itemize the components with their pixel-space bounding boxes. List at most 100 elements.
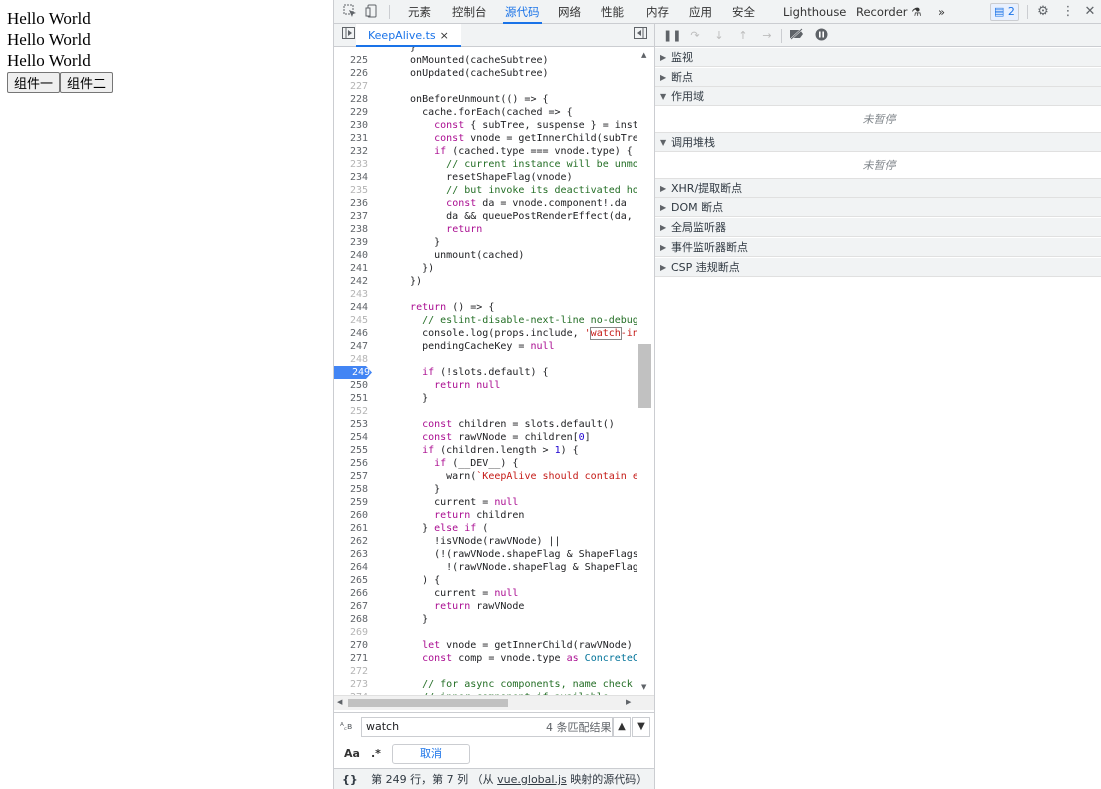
code-line[interactable]: 252 [334, 405, 654, 418]
line-number[interactable]: 241 [334, 262, 370, 275]
event-listener-breakpoints-section[interactable]: ▶ 事件监听器断点 [655, 238, 1101, 257]
line-number[interactable]: 243 [334, 288, 370, 301]
code-line[interactable]: 247 pendingCacheKey = null [334, 340, 654, 353]
watch-section[interactable]: ▶ 监视 [655, 48, 1101, 67]
close-tab-icon[interactable]: × [440, 29, 449, 42]
xhr-breakpoints-section[interactable]: ▶ XHR/提取断点 [655, 179, 1101, 198]
line-number[interactable]: 244 [334, 301, 370, 314]
code-line[interactable]: 234 resetShapeFlag(vnode) [334, 171, 654, 184]
line-number[interactable]: 263 [334, 548, 370, 561]
code-line[interactable]: 250 return null [334, 379, 654, 392]
code-line[interactable]: 254 const rawVNode = children[0] [334, 431, 654, 444]
line-number[interactable]: 255 [334, 444, 370, 457]
line-number[interactable]: 253 [334, 418, 370, 431]
line-number[interactable]: 252 [334, 405, 370, 418]
line-number[interactable]: 227 [334, 80, 370, 93]
tab-recorder[interactable]: Recorder ⚗ [854, 0, 924, 24]
code-line[interactable]: 264 !(rawVNode.shapeFlag & ShapeFlags. [334, 561, 654, 574]
line-number[interactable]: 267 [334, 600, 370, 613]
code-line[interactable]: 238 return [334, 223, 654, 236]
code-line[interactable]: 271 const comp = vnode.type as ConcreteC… [334, 652, 654, 665]
pretty-print-icon[interactable]: {} [342, 773, 358, 786]
code-line[interactable]: 230 const { subTree, suspense } = instan [334, 119, 654, 132]
step-into-icon[interactable]: ↓ [711, 28, 727, 44]
horizontal-scroll-thumb[interactable] [348, 699, 508, 707]
code-line[interactable]: 268 } [334, 613, 654, 626]
code-line[interactable]: 266 current = null [334, 587, 654, 600]
line-number[interactable]: 266 [334, 587, 370, 600]
line-number[interactable]: 264 [334, 561, 370, 574]
tab-lighthouse[interactable]: Lighthouse [781, 0, 848, 24]
code-line[interactable]: 263 (!(rawVNode.shapeFlag & ShapeFlags.S [334, 548, 654, 561]
step-over-icon[interactable]: ↷ [687, 28, 703, 44]
tab-sources[interactable]: 源代码 [503, 0, 542, 24]
line-number[interactable]: 250 [334, 379, 370, 392]
code-line[interactable]: 248 [334, 353, 654, 366]
issues-badge[interactable]: ▤ 2 [990, 3, 1019, 21]
breakpoint-line-number[interactable]: 249 [334, 366, 372, 379]
line-number[interactable]: 270 [334, 639, 370, 652]
dom-breakpoints-section[interactable]: ▶ DOM 断点 [655, 198, 1101, 217]
tab-memory[interactable]: 内存 [644, 0, 671, 24]
step-out-icon[interactable]: ↑ [735, 28, 751, 44]
component-two-button[interactable]: 组件二 [60, 72, 114, 93]
toggle-debugger-icon[interactable] [632, 27, 648, 43]
code-line[interactable]: 239 } [334, 236, 654, 249]
line-number[interactable]: 261 [334, 522, 370, 535]
tab-security[interactable]: 安全 [730, 0, 757, 24]
code-line[interactable]: 229 cache.forEach(cached => { [334, 106, 654, 119]
tab-application[interactable]: 应用 [687, 0, 714, 24]
line-number[interactable]: 232 [334, 145, 370, 158]
line-number[interactable]: 259 [334, 496, 370, 509]
scroll-left-icon[interactable]: ◀ [337, 698, 342, 706]
code-line[interactable]: 260 return children [334, 509, 654, 522]
code-line[interactable]: 273 // for async components, name check … [334, 678, 654, 691]
line-number[interactable]: 247 [334, 340, 370, 353]
tab-console[interactable]: 控制台 [450, 0, 489, 24]
code-line[interactable]: 249 if (!slots.default) { [334, 366, 654, 379]
replace-toggle-icon[interactable]: ᴬ꜀ʙ [340, 719, 352, 732]
line-number[interactable]: 226 [334, 67, 370, 80]
code-line[interactable]: } [334, 47, 654, 54]
call-stack-section[interactable]: ▼ 调用堆栈 [655, 133, 1101, 152]
code-line[interactable]: 227 [334, 80, 654, 93]
line-number[interactable]: 239 [334, 236, 370, 249]
code-line[interactable]: 236 const da = vnode.component!.da [334, 197, 654, 210]
code-line[interactable]: 226 onUpdated(cacheSubtree) [334, 67, 654, 80]
more-tabs-icon[interactable]: » [936, 0, 947, 24]
component-one-button[interactable]: 组件一 [7, 72, 61, 93]
line-number[interactable]: 229 [334, 106, 370, 119]
tab-elements[interactable]: 元素 [406, 0, 433, 24]
code-line[interactable]: 233 // current instance will be unmoun [334, 158, 654, 171]
code-line[interactable]: 237 da && queuePostRenderEffect(da, su [334, 210, 654, 223]
close-devtools-icon[interactable]: ✕ [1082, 4, 1098, 20]
deactivate-breakpoints-icon[interactable] [789, 28, 805, 44]
line-number[interactable]: 237 [334, 210, 370, 223]
cancel-search-button[interactable]: 取消 [392, 744, 470, 764]
line-number[interactable]: 262 [334, 535, 370, 548]
code-line[interactable]: 241 }) [334, 262, 654, 275]
scroll-up-icon[interactable]: ▲ [641, 51, 646, 59]
tab-performance[interactable]: 性能 [599, 0, 626, 24]
line-number[interactable]: 258 [334, 483, 370, 496]
scope-section[interactable]: ▼ 作用域 [655, 87, 1101, 106]
line-number[interactable]: 257 [334, 470, 370, 483]
line-number[interactable]: 242 [334, 275, 370, 288]
code-line[interactable]: 259 current = null [334, 496, 654, 509]
line-number[interactable]: 273 [334, 678, 370, 691]
match-case-toggle[interactable]: Aa [344, 747, 360, 760]
code-line[interactable]: 267 return rawVNode [334, 600, 654, 613]
line-number[interactable]: 234 [334, 171, 370, 184]
line-number[interactable]: 268 [334, 613, 370, 626]
line-number[interactable]: 238 [334, 223, 370, 236]
code-line[interactable]: 235 // but invoke its deactivated hook [334, 184, 654, 197]
line-number[interactable]: 271 [334, 652, 370, 665]
code-line[interactable]: 244 return () => { [334, 301, 654, 314]
line-number[interactable]: 269 [334, 626, 370, 639]
code-editor[interactable]: } 225 onMounted(cacheSubtree) 226 onUpdate… [334, 47, 654, 695]
csp-breakpoints-section[interactable]: ▶ CSP 违规断点 [655, 258, 1101, 277]
settings-gear-icon[interactable]: ⚙ [1035, 4, 1051, 20]
step-icon[interactable]: → [759, 28, 775, 44]
pause-icon[interactable]: ❚❚ [663, 28, 681, 44]
next-match-button[interactable]: ▼ [632, 717, 650, 737]
